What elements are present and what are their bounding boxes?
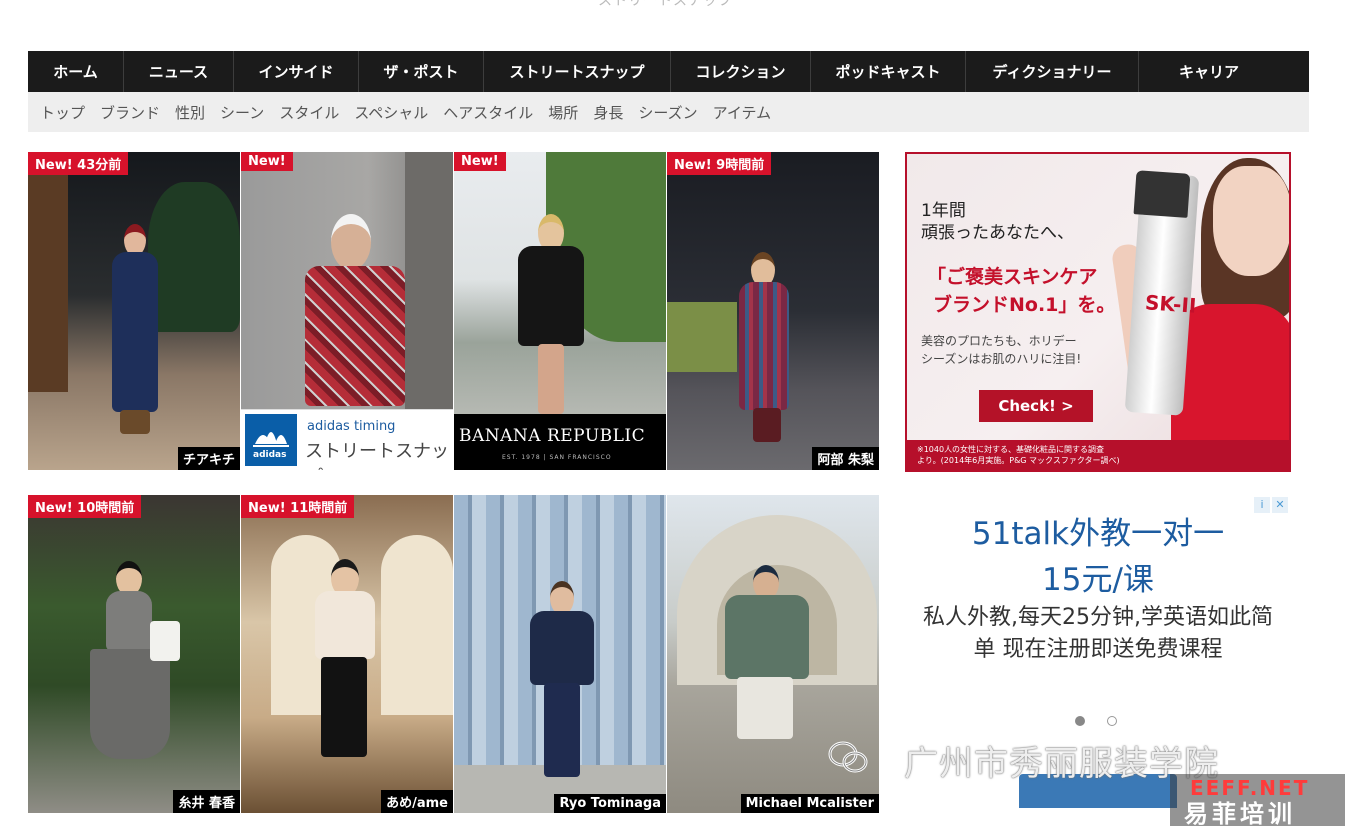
site-watermark: EEFF.NET 易菲培训 — [1170, 774, 1345, 828]
page-caption: ストリートスナップ — [598, 0, 733, 9]
skii-body-2: シーズンはお肌のハリに注目! — [921, 352, 1082, 366]
subnav-gender[interactable]: 性別 — [175, 102, 205, 123]
carousel-dot-2[interactable] — [1107, 716, 1117, 726]
skii-bottle-cap — [1133, 170, 1191, 218]
nav-home[interactable]: ホーム — [28, 51, 124, 92]
subnav-style[interactable]: スタイル — [279, 102, 339, 123]
skii-headline-2: ブランドNo.1」を。 — [933, 294, 1116, 316]
nav-news[interactable]: ニュース — [124, 51, 234, 92]
snap-tile-2[interactable]: New! adidas adidas timing ストリートスナップ — [241, 152, 453, 470]
nav-inside[interactable]: インサイド — [234, 51, 359, 92]
subnav-item[interactable]: アイテム — [713, 102, 772, 123]
nav-dictionary[interactable]: ディクショナリー — [966, 51, 1139, 92]
new-badge: New! — [241, 152, 293, 171]
snap-tile-6[interactable]: New! 11時間前 あめ/ame — [241, 495, 453, 813]
new-badge: New! — [454, 152, 506, 171]
51talk-headline-2: 15元/课 — [1042, 562, 1154, 598]
subnav-location[interactable]: 場所 — [548, 102, 578, 123]
main-navigation: ホーム ニュース インサイド ザ・ポスト ストリートスナップ コレクション ポッ… — [28, 51, 1309, 92]
subnav-brand[interactable]: ブランド — [100, 102, 160, 123]
subnav-special[interactable]: スペシャル — [354, 102, 428, 123]
banana-republic-banner[interactable]: BANANA REPUBLIC EST. 1978 | SAN FRANCISC… — [454, 414, 666, 470]
51talk-headline-1: 51talk外教一对一 — [971, 516, 1225, 552]
snap-name-tag[interactable]: チアキチ — [177, 447, 240, 470]
new-badge: New! 10時間前 — [28, 495, 142, 518]
new-badge: New! 11時間前 — [241, 495, 355, 518]
snap-name-tag[interactable]: 糸井 春香 — [173, 790, 240, 813]
snap-name-tag[interactable]: あめ/ame — [381, 790, 453, 813]
nav-the-post[interactable]: ザ・ポスト — [359, 51, 484, 92]
nav-podcast[interactable]: ポッドキャスト — [811, 51, 966, 92]
snap-tile-7[interactable]: Ryo Tominaga — [454, 495, 666, 813]
carousel-dot-1[interactable] — [1075, 716, 1085, 726]
skii-body-1: 美容のプロたちも、ホリデー — [921, 334, 1077, 348]
skii-advertisement[interactable]: SK-II 1年間 頑張ったあなたへ、 「ご褒美スキンケア ブランドNo.1」を… — [905, 152, 1291, 472]
nav-collection[interactable]: コレクション — [671, 51, 811, 92]
snap-tile-4[interactable]: New! 9時間前 阿部 朱梨 — [667, 152, 879, 470]
adidas-logo-text: adidas — [253, 450, 287, 460]
banana-republic-brand: BANANA REPUBLIC — [459, 426, 646, 446]
51talk-body: 私人外教,每天25分钟,学英语如此简单 现在注册即送免费课程 — [923, 605, 1273, 662]
site-watermark-name: 易菲培训 — [1184, 800, 1296, 828]
snap-name-tag[interactable]: 阿部 朱梨 — [812, 447, 879, 470]
snap-tile-3[interactable]: New! BANANA REPUBLIC EST. 1978 | SAN FRA… — [454, 152, 666, 470]
skii-footnote-line-1: ※1040人の女性に対する、基礎化粧品に関する調査 — [917, 445, 1105, 454]
subnav-top[interactable]: トップ — [40, 102, 85, 123]
snap-name-tag[interactable]: Michael Mcalister — [740, 794, 879, 813]
skii-check-button[interactable]: Check! > — [979, 390, 1093, 422]
subnav-hairstyle[interactable]: ヘアスタイル — [443, 102, 533, 123]
new-badge: New! 9時間前 — [667, 152, 772, 175]
nav-street-snap[interactable]: ストリートスナップ — [484, 51, 671, 92]
new-badge: New! 43分前 — [28, 152, 129, 175]
model-face — [1213, 166, 1289, 276]
skii-footnote: ※1040人の女性に対する、基礎化粧品に関する調査 より。(2014年6月実施。… — [907, 440, 1289, 470]
carousel-dots — [1075, 716, 1117, 726]
banana-republic-tagline: EST. 1978 | SAN FRANCISCO — [502, 454, 612, 461]
snap-name-tag[interactable]: Ryo Tominaga — [554, 794, 666, 813]
skii-line-2: 頑張ったあなたへ、 — [921, 223, 1074, 243]
adidas-street-snap-label: ストリートスナップ — [305, 441, 449, 470]
nav-career[interactable]: キャリア — [1139, 51, 1279, 92]
adidas-timing-label: adidas timing — [307, 419, 396, 434]
wechat-icon — [828, 740, 868, 774]
sub-navigation: トップ ブランド 性別 シーン スタイル スペシャル ヘアスタイル 場所 身長 … — [28, 92, 1309, 132]
snap-tile-1[interactable]: New! 43分前 チアキチ — [28, 152, 240, 470]
skii-headline-1: 「ご褒美スキンケア — [927, 266, 1098, 288]
adidas-promo-banner[interactable]: adidas adidas timing ストリートスナップ — [241, 409, 453, 470]
subnav-height[interactable]: 身長 — [593, 102, 623, 123]
skii-bottle-label: SK-II — [1144, 290, 1198, 318]
adidas-logo: adidas — [245, 414, 297, 466]
snap-tile-5[interactable]: New! 10時間前 糸井 春香 — [28, 495, 240, 813]
subnav-season[interactable]: シーズン — [638, 102, 697, 123]
skii-footnote-line-2: より。(2014年6月実施。P&G マックスファクター調べ) — [917, 456, 1120, 465]
subnav-scene[interactable]: シーン — [220, 102, 264, 123]
